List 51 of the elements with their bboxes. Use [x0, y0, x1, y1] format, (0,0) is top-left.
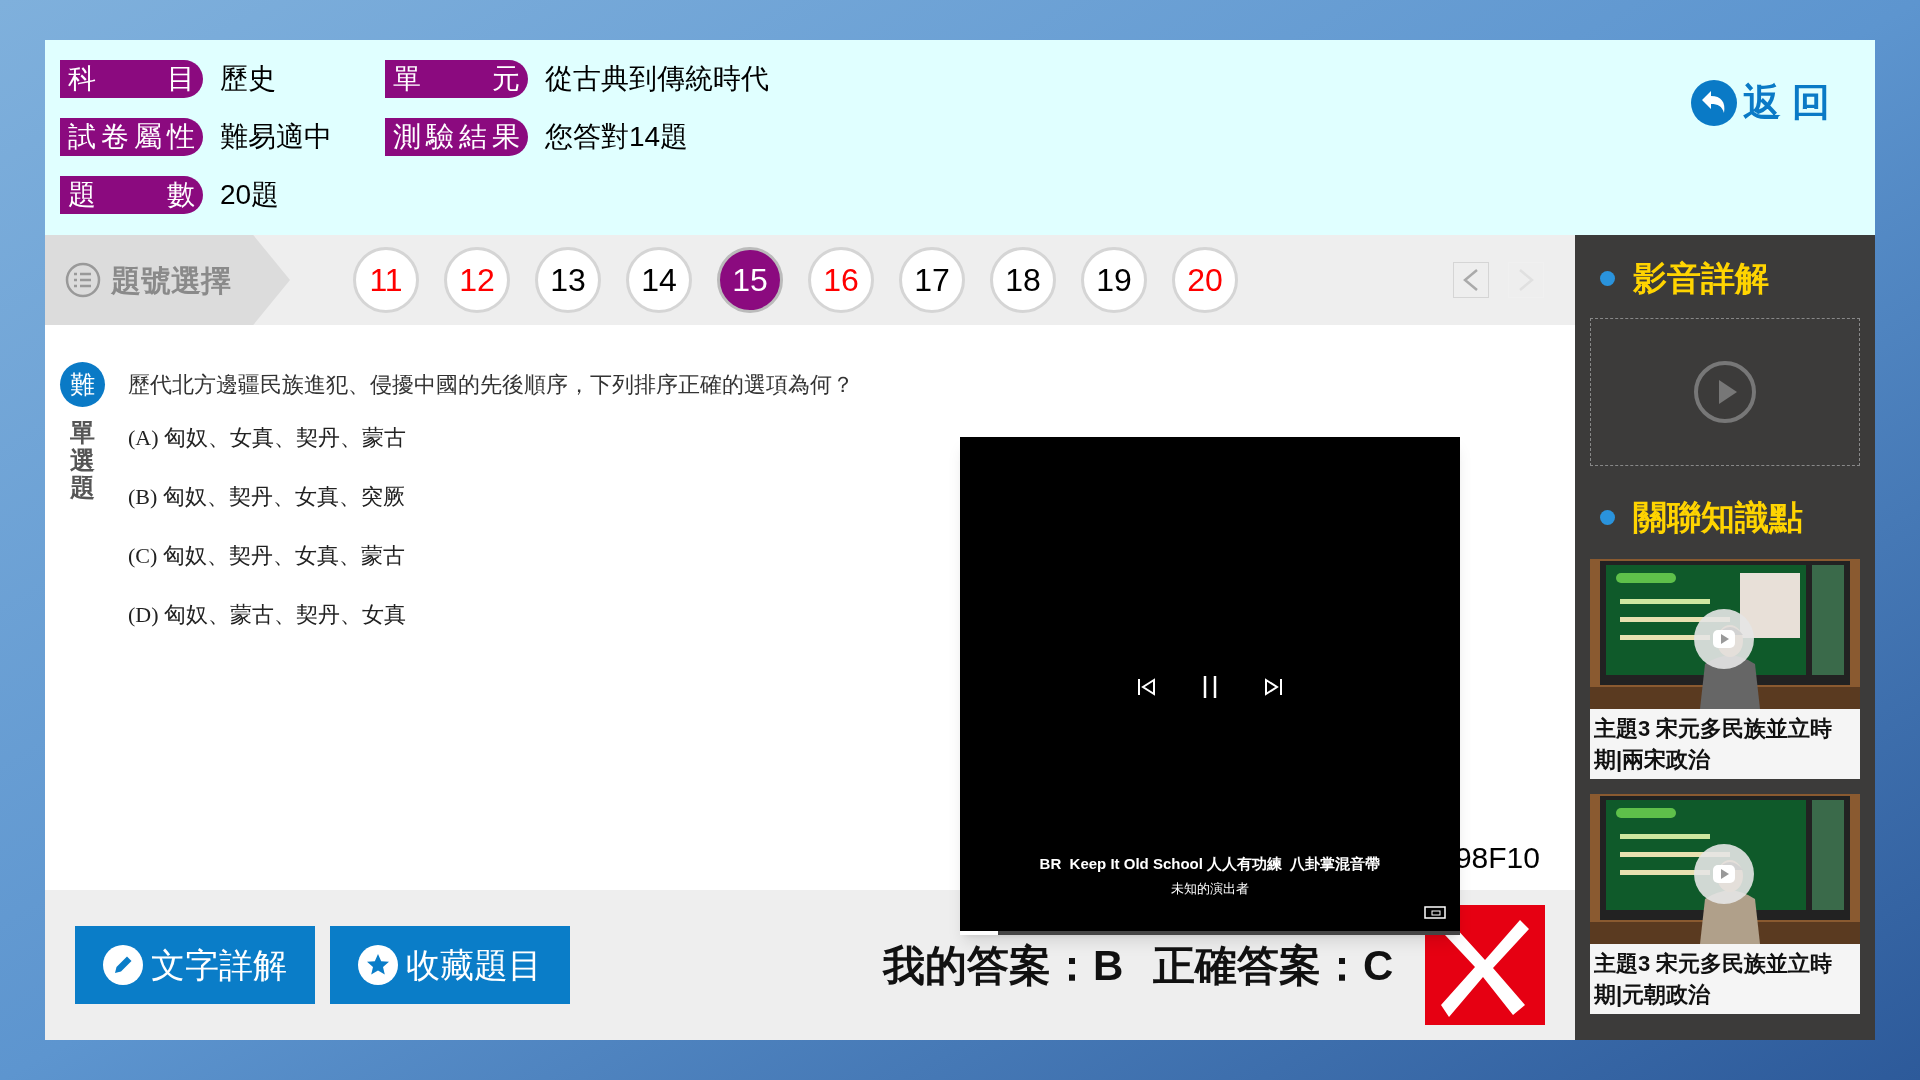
field-value: 歷史: [220, 62, 277, 96]
answer-option: (A) 匈奴、女真、契丹、蒙古: [128, 419, 854, 455]
field-value: 難易適中: [220, 120, 333, 154]
pencil-icon: [103, 945, 143, 985]
answer-option: (C) 匈奴、契丹、女真、蒙古: [128, 537, 854, 573]
question-number[interactable]: 14: [626, 247, 692, 313]
field-value: 20題: [220, 178, 281, 212]
field-label: 測驗結果: [385, 118, 528, 156]
video-title: 主題3 宋元多民族並立時期|元朝政治: [1593, 950, 1834, 1009]
question-number[interactable]: 17: [899, 247, 965, 313]
my-answer: 我的答案：B: [883, 941, 1124, 991]
progress-track[interactable]: [960, 931, 1460, 935]
question-type-label: 單選題: [70, 419, 95, 502]
question-number[interactable]: 19: [1081, 247, 1147, 313]
field-label: 科目: [60, 60, 203, 98]
track-artist: 未知的演出者: [1171, 879, 1249, 898]
bullet-icon: [1600, 510, 1615, 525]
field-label: 題數: [60, 176, 203, 214]
list-icon: [65, 262, 101, 298]
answer-option: (D) 匈奴、蒙古、契丹、女真: [128, 596, 854, 632]
field-value: 您答對14題: [545, 120, 690, 154]
question-text: 歷代北方邊疆民族進犯、侵擾中國的先後順序，下列排序正確的選項為何？: [128, 371, 854, 399]
bookmark-button[interactable]: 收藏題目: [330, 926, 570, 1004]
answer-option: (B) 匈奴、契丹、女真、突厥: [128, 478, 854, 514]
question-number[interactable]: 20: [1172, 247, 1238, 313]
question-number[interactable]: 16: [808, 247, 874, 313]
pause-icon[interactable]: [1202, 675, 1218, 699]
explanation-button[interactable]: 文字詳解: [75, 926, 315, 1004]
back-icon: [1691, 79, 1738, 126]
correct-answer: 正確答案：C: [1153, 941, 1394, 991]
question-number[interactable]: 15: [717, 247, 783, 313]
track-title: BR Keep It Old School 人人有功練 八卦掌混音帶: [1039, 854, 1381, 874]
miniplayer-icon[interactable]: [1424, 906, 1446, 919]
question-number[interactable]: 18: [990, 247, 1056, 313]
section-title: 影音詳解: [1633, 258, 1769, 299]
field-label: 單元: [385, 60, 528, 98]
question-number[interactable]: 11: [353, 247, 419, 313]
question-number[interactable]: 12: [444, 247, 510, 313]
bullet-icon: [1600, 271, 1615, 286]
field-label: 試卷屬性: [60, 118, 203, 156]
video-title: 主題3 宋元多民族並立時期|兩宋政治: [1593, 715, 1834, 774]
difficulty-badge: 難: [60, 362, 105, 407]
related-video-card[interactable]: 主題3 宋元多民族並立時期|兩宋政治: [1590, 559, 1860, 779]
next-track-icon[interactable]: [1263, 677, 1283, 697]
previous-track-icon[interactable]: [1137, 677, 1157, 697]
section-title: 關聯知識點: [1633, 497, 1803, 538]
related-video-card[interactable]: 主題3 宋元多民族並立時期|元朝政治: [1590, 794, 1860, 1014]
back-button[interactable]: 返 回: [1691, 74, 1830, 131]
question-select-label: 題號選擇: [111, 262, 231, 299]
question-number[interactable]: 13: [535, 247, 601, 313]
field-value: 從古典到傳統時代: [545, 62, 770, 96]
